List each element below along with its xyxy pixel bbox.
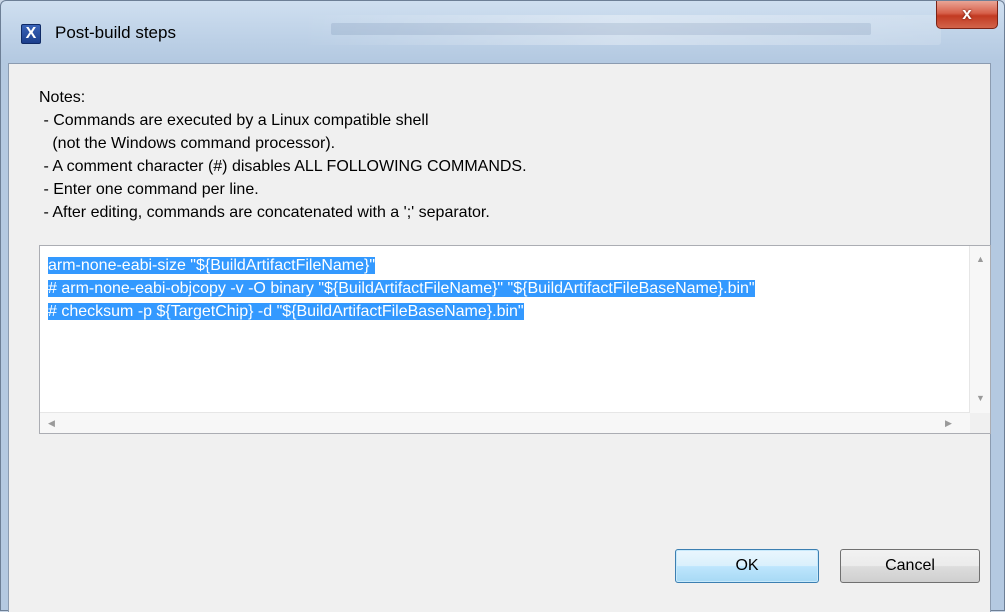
scroll-up-arrow-icon[interactable]: ▲ xyxy=(976,254,985,264)
notes-line: - Enter one command per line. xyxy=(39,181,259,198)
commands-textarea[interactable]: arm-none-eabi-size "${BuildArtifactFileN… xyxy=(39,245,991,434)
scroll-down-arrow-icon[interactable]: ▼ xyxy=(976,393,985,403)
horizontal-scrollbar[interactable]: ◀ ▶ xyxy=(40,412,970,433)
post-build-steps-dialog: X Post-build steps x Notes: - Commands a… xyxy=(0,0,1005,612)
scroll-right-arrow-icon[interactable]: ▶ xyxy=(945,418,952,428)
ok-button[interactable]: OK xyxy=(675,549,819,583)
title-bar[interactable]: X Post-build steps x xyxy=(1,1,1004,63)
close-button[interactable]: x xyxy=(936,1,998,29)
notes-line: - Commands are executed by a Linux compa… xyxy=(39,112,429,129)
command-line[interactable]: # arm-none-eabi-objcopy -v -O binary "${… xyxy=(48,277,755,300)
vertical-scrollbar[interactable]: ▲ ▼ xyxy=(969,246,990,414)
commands-text[interactable]: arm-none-eabi-size "${BuildArtifactFileN… xyxy=(48,254,755,323)
command-line[interactable]: arm-none-eabi-size "${BuildArtifactFileN… xyxy=(48,254,755,277)
background-window-ghost-text xyxy=(331,23,871,35)
notes-panel: Notes: - Commands are executed by a Linu… xyxy=(39,86,527,224)
app-x-icon: X xyxy=(21,24,41,44)
command-line-text: # arm-none-eabi-objcopy -v -O binary "${… xyxy=(48,280,755,297)
notes-line: - After editing, commands are concatenat… xyxy=(39,204,490,221)
cancel-button[interactable]: Cancel xyxy=(840,549,980,583)
scroll-left-arrow-icon[interactable]: ◀ xyxy=(48,418,55,428)
scrollbar-corner xyxy=(970,413,990,433)
notes-line: (not the Windows command processor). xyxy=(39,135,336,152)
command-line-text: # checksum -p ${TargetChip} -d "${BuildA… xyxy=(48,303,524,320)
notes-heading: Notes: xyxy=(39,89,86,106)
command-line[interactable]: # checksum -p ${TargetChip} -d "${BuildA… xyxy=(48,300,755,323)
dialog-client-area: Notes: - Commands are executed by a Linu… xyxy=(8,63,991,612)
notes-line: - A comment character (#) disables ALL F… xyxy=(39,158,527,175)
dialog-title: Post-build steps xyxy=(55,23,176,42)
close-icon: x xyxy=(962,4,972,23)
command-line-text: arm-none-eabi-size "${BuildArtifactFileN… xyxy=(48,257,376,274)
